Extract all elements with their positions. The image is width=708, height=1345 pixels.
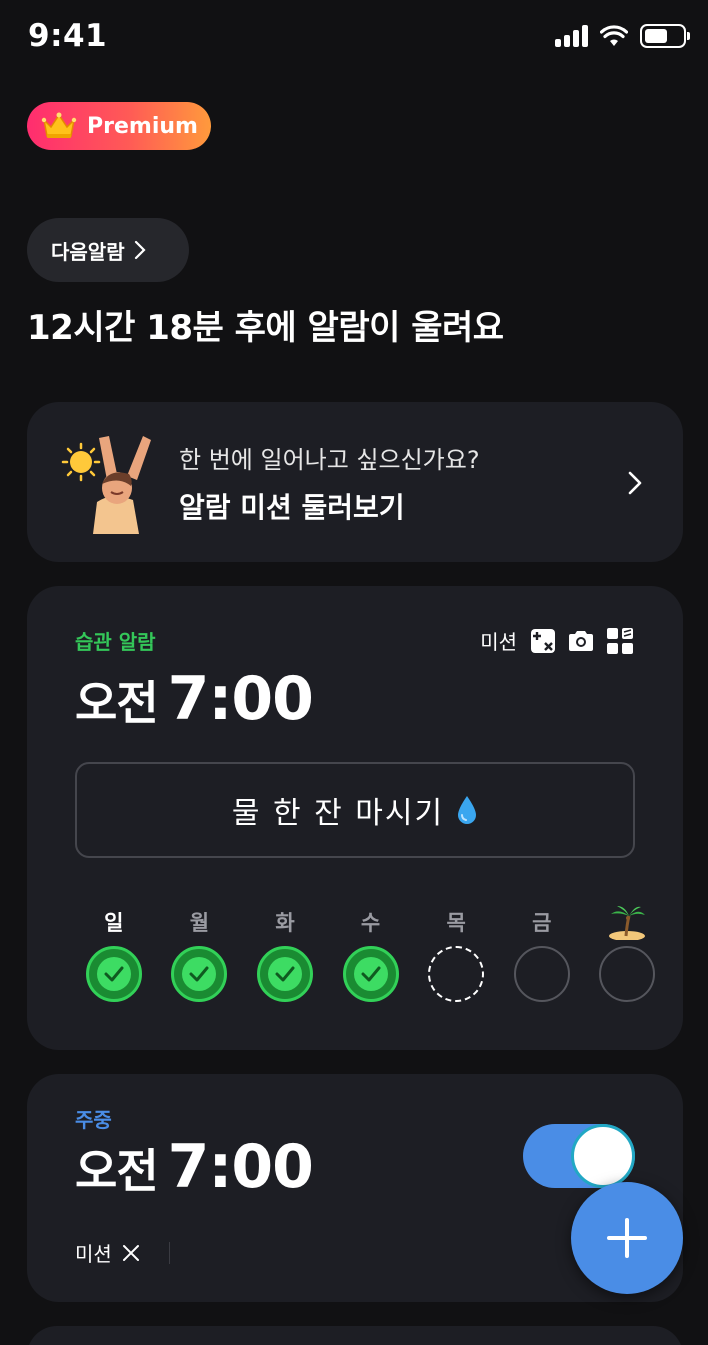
- alarm-time: 7:00: [167, 1132, 314, 1202]
- alarm-enabled-toggle[interactable]: [523, 1124, 635, 1188]
- day-label: 일: [104, 911, 124, 935]
- day-check-done: [171, 946, 228, 1002]
- day-check-done: [85, 946, 142, 1002]
- next-alarm-label: 다음알람: [51, 239, 125, 264]
- next-alarm-button[interactable]: 다음알람: [27, 218, 189, 282]
- mission-label: 미션: [75, 1242, 112, 1266]
- alarm-repeat-tag: 주중: [75, 1108, 112, 1132]
- sun-icon: [61, 442, 101, 482]
- droplet-icon: [458, 796, 477, 824]
- status-time: 9:41: [28, 18, 108, 54]
- day-check-empty: [599, 946, 656, 1002]
- status-icons: [555, 24, 690, 48]
- day-wed[interactable]: 수: [328, 902, 414, 1002]
- stretching-person-illustration: [61, 436, 151, 534]
- add-alarm-button[interactable]: [571, 1182, 683, 1294]
- qr-icon: [607, 627, 633, 654]
- island-icon: [609, 906, 646, 940]
- next-alarm-countdown: 12시간 18분 후에 알람이 울려요: [27, 308, 504, 348]
- mission-banner-title: 알람 미션 둘러보기: [179, 491, 405, 524]
- camera-icon: [569, 630, 593, 651]
- day-check-done: [256, 946, 313, 1002]
- ampm-label: 오전: [75, 676, 159, 730]
- habit-weekly-progress: 일 월 화 수 목 금: [71, 902, 670, 1002]
- plus-icon: [607, 1218, 647, 1258]
- mission-banner-card[interactable]: 한 번에 일어나고 싶으신가요? 알람 미션 둘러보기: [27, 402, 683, 562]
- day-thu[interactable]: 목: [413, 902, 499, 1002]
- day-check-done: [342, 946, 399, 1002]
- premium-button[interactable]: Premium: [27, 102, 211, 150]
- day-label: [607, 902, 647, 942]
- divider: [169, 1242, 170, 1264]
- check-icon: [275, 966, 295, 982]
- day-label: 화: [275, 911, 295, 935]
- habit-alarm-time: 오전 7:00: [75, 664, 314, 734]
- premium-label: Premium: [87, 113, 198, 139]
- status-bar: 9:41: [0, 0, 708, 80]
- crown-icon: [41, 112, 77, 138]
- alarm-time: 7:00: [167, 664, 314, 734]
- day-label: 수: [360, 911, 381, 935]
- wifi-icon: [600, 25, 628, 46]
- day-sun[interactable]: 일: [71, 902, 157, 1002]
- day-label: 목: [446, 911, 466, 935]
- habit-memo[interactable]: 물 한 잔 마시기: [75, 762, 635, 858]
- habit-alarm-card[interactable]: 습관 알람 미션 오전 7:00 물 한 잔 마시기 일 월 화 수 목 금: [27, 586, 683, 1050]
- day-mon[interactable]: 월: [157, 902, 243, 1002]
- day-check-empty: [513, 946, 570, 1002]
- chevron-right-icon: [628, 471, 642, 495]
- day-label: 금: [532, 911, 552, 935]
- day-label: 월: [189, 911, 210, 935]
- day-check-pending: [428, 946, 485, 1002]
- day-fri[interactable]: 금: [499, 902, 585, 1002]
- cellular-signal-icon: [555, 25, 588, 47]
- alarm-card-partial[interactable]: [27, 1326, 683, 1345]
- close-icon: [122, 1244, 139, 1261]
- check-icon: [361, 966, 381, 982]
- habit-alarm-tag: 습관 알람: [75, 630, 156, 654]
- alarm-mission-status: 미션: [75, 1238, 140, 1267]
- check-icon: [104, 966, 124, 982]
- check-icon: [189, 966, 209, 982]
- math-icon: [531, 628, 555, 653]
- mission-type-icons: 미션: [480, 626, 633, 655]
- day-tue[interactable]: 화: [242, 902, 328, 1002]
- battery-icon: [640, 24, 690, 48]
- mission-banner-subtitle: 한 번에 일어나고 싶으신가요?: [179, 446, 480, 474]
- mission-label: 미션: [480, 630, 517, 654]
- habit-memo-text: 물 한 잔 마시기: [231, 796, 445, 831]
- weekday-alarm-time: 오전 7:00: [75, 1132, 314, 1202]
- day-sat[interactable]: [585, 902, 671, 1002]
- ampm-label: 오전: [75, 1144, 159, 1198]
- chevron-right-icon: [134, 240, 146, 260]
